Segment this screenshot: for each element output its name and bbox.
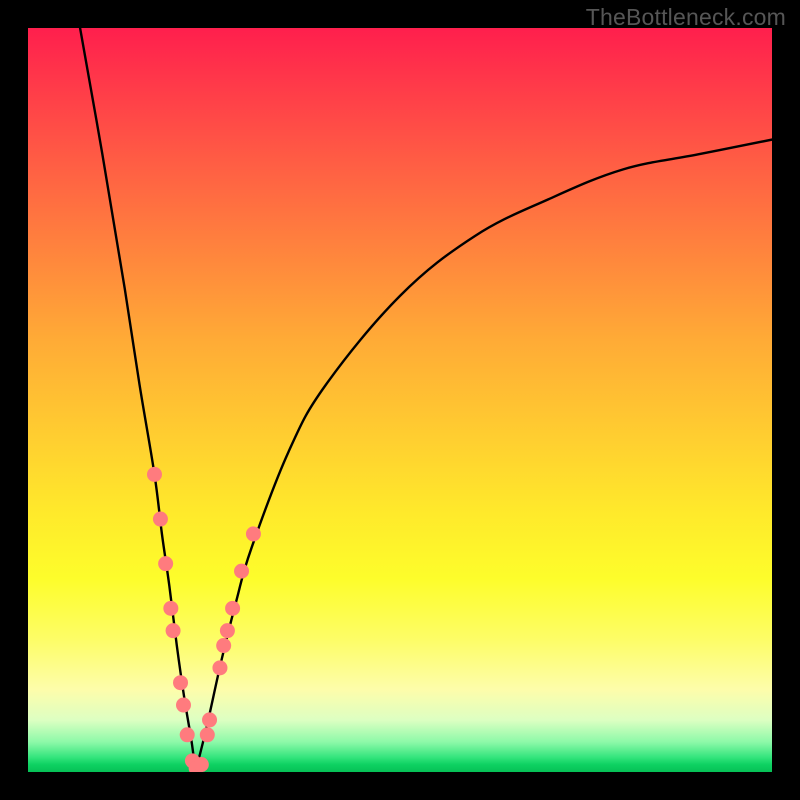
data-dot <box>220 623 235 638</box>
data-dot <box>163 601 178 616</box>
data-dot <box>194 757 209 772</box>
data-dot <box>202 712 217 727</box>
data-dot <box>216 638 231 653</box>
data-dot <box>234 564 249 579</box>
data-dot <box>180 727 195 742</box>
data-dot <box>173 675 188 690</box>
watermark-text: TheBottleneck.com <box>586 4 786 31</box>
data-dot <box>153 512 168 527</box>
data-dot <box>176 698 191 713</box>
data-dot <box>166 623 181 638</box>
data-dot <box>212 660 227 675</box>
dots-group <box>147 467 261 772</box>
data-dot <box>147 467 162 482</box>
data-dot <box>225 601 240 616</box>
data-dot <box>158 556 173 571</box>
left-branch-path <box>80 28 195 772</box>
chart-svg <box>28 28 772 772</box>
data-dot <box>246 526 261 541</box>
data-dot <box>200 727 215 742</box>
plot-area <box>28 28 772 772</box>
outer-frame: TheBottleneck.com <box>0 0 800 800</box>
right-branch-path <box>195 140 772 772</box>
curve-group <box>80 28 772 772</box>
